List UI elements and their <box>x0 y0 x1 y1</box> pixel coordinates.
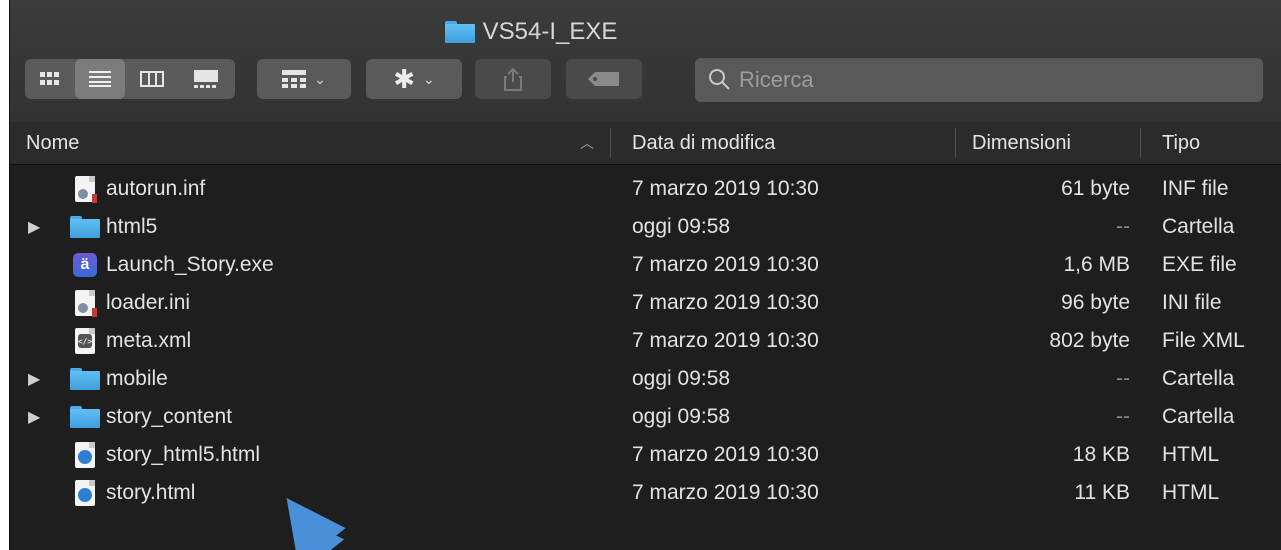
file-row[interactable]: story.html 7 marzo 2019 10:30 11 KB HTML <box>10 474 1281 512</box>
file-row[interactable]: loader.ini 7 marzo 2019 10:30 96 byte INI f… <box>10 284 1281 322</box>
file-type: Cartella <box>1162 215 1235 238</box>
column-date[interactable]: Data di modifica <box>632 122 775 164</box>
file-size: 61 byte <box>1061 177 1130 200</box>
pointer-arrow-icon <box>286 498 346 550</box>
window-title-text: VS54-I_EXE <box>482 18 618 45</box>
icon-view-icon <box>40 72 59 85</box>
sort-ascending-icon: ︿ <box>580 135 594 151</box>
chevron-down-icon: ⌄ <box>314 70 326 87</box>
file-type: Cartella <box>1162 405 1235 428</box>
file-name: mobile <box>106 367 168 390</box>
file-row[interactable]: ▶ mobile oggi 09:58 -- Cartella <box>10 360 1281 398</box>
file-date: 7 marzo 2019 10:30 <box>632 481 819 504</box>
folder-icon <box>70 216 100 238</box>
disclosure-triangle-icon[interactable]: ▶ <box>28 360 40 398</box>
folder-icon <box>70 406 100 428</box>
file-date: 7 marzo 2019 10:30 <box>632 253 819 276</box>
list-view-icon <box>89 71 111 87</box>
view-switcher <box>25 59 235 99</box>
file-size: -- <box>1116 215 1130 238</box>
file-type: File XML <box>1162 329 1245 352</box>
group-by-button[interactable]: ⌄ <box>257 59 351 99</box>
html-file-icon <box>75 442 95 468</box>
file-date: oggi 09:58 <box>632 215 731 238</box>
file-name: meta.xml <box>106 329 192 352</box>
app-icon: ä <box>73 253 97 277</box>
gear-icon: ✱ <box>393 63 416 94</box>
file-size: -- <box>1116 367 1130 390</box>
file-row[interactable]: autorun.inf 7 marzo 2019 10:30 61 byte INF … <box>10 170 1281 208</box>
file-size: 802 byte <box>1049 329 1130 352</box>
search-icon <box>709 69 730 90</box>
file-size: 18 KB <box>1072 443 1130 466</box>
chevron-down-icon: ⌄ <box>423 70 435 87</box>
column-header: Nome ︿ Data di modifica Dimensioni Tipo <box>10 122 1281 165</box>
disclosure-triangle-icon[interactable]: ▶ <box>28 398 40 436</box>
share-icon <box>504 67 522 91</box>
search-field[interactable] <box>695 58 1263 102</box>
file-row[interactable]: ▶ story_content oggi 09:58 -- Cartella <box>10 398 1281 436</box>
icon-view-button[interactable] <box>25 59 75 99</box>
action-button[interactable]: ✱ ⌄ <box>366 59 462 99</box>
folder-icon <box>444 21 475 43</box>
file-name: Launch_Story.exe <box>106 253 274 276</box>
file-date: 7 marzo 2019 10:30 <box>632 177 819 200</box>
tag-button[interactable] <box>566 59 642 99</box>
file-size: 11 KB <box>1074 481 1130 504</box>
file-row[interactable]: story_html5.html 7 marzo 2019 10:30 18 KB H… <box>10 436 1281 474</box>
config-file-icon <box>75 176 97 203</box>
file-type: EXE file <box>1162 253 1237 276</box>
file-row[interactable]: ▶ html5 oggi 09:58 -- Cartella <box>10 208 1281 246</box>
group-by-icon <box>282 70 307 88</box>
file-date: 7 marzo 2019 10:30 <box>632 291 819 314</box>
file-row[interactable]: </> meta.xml 7 marzo 2019 10:30 802 byte Fil… <box>10 322 1281 360</box>
gallery-view-icon <box>194 70 218 88</box>
xml-file-icon: </> <box>75 328 95 354</box>
file-type: INI file <box>1162 291 1222 314</box>
tag-icon <box>588 72 619 86</box>
file-date: 7 marzo 2019 10:30 <box>632 329 819 352</box>
gallery-view-button[interactable] <box>179 59 233 99</box>
file-name: autorun.inf <box>106 177 206 200</box>
file-name: loader.ini <box>106 291 191 314</box>
window-title: VS54-I_EXE <box>10 16 1167 48</box>
html-file-icon <box>75 480 95 506</box>
column-view-button[interactable] <box>125 59 179 99</box>
file-name: story_html5.html <box>106 443 261 466</box>
file-row[interactable]: ä Launch_Story.exe 7 marzo 2019 10:30 1,6 M… <box>10 246 1281 284</box>
finder-window: VS54-I_EXE ⌄ ✱ ⌄ Ricerca Nome ︿ Data di … <box>9 0 1281 550</box>
list-view-button[interactable] <box>75 59 125 99</box>
column-name[interactable]: Nome <box>26 122 79 164</box>
file-name: story.html <box>106 481 196 504</box>
column-view-icon <box>140 71 164 87</box>
file-type: HTML <box>1162 443 1220 466</box>
file-size: 1,6 MB <box>1063 253 1130 276</box>
file-date: oggi 09:58 <box>632 367 731 390</box>
toolbar: VS54-I_EXE ⌄ ✱ ⌄ Ricerca <box>10 0 1281 123</box>
column-type[interactable]: Tipo <box>1162 122 1200 164</box>
file-name: html5 <box>106 215 158 238</box>
column-size[interactable]: Dimensioni <box>972 122 1071 164</box>
config-file-icon <box>75 290 97 317</box>
file-type: HTML <box>1162 481 1220 504</box>
file-date: oggi 09:58 <box>632 405 731 428</box>
file-type: Cartella <box>1162 367 1235 390</box>
file-type: INF file <box>1162 177 1229 200</box>
share-button[interactable] <box>475 59 551 99</box>
file-size: 96 byte <box>1061 291 1130 314</box>
file-size: -- <box>1116 405 1130 428</box>
file-date: 7 marzo 2019 10:30 <box>632 443 819 466</box>
file-name: story_content <box>106 405 233 428</box>
folder-icon <box>70 368 100 390</box>
search-input[interactable] <box>739 67 1239 93</box>
disclosure-triangle-icon[interactable]: ▶ <box>28 208 40 246</box>
